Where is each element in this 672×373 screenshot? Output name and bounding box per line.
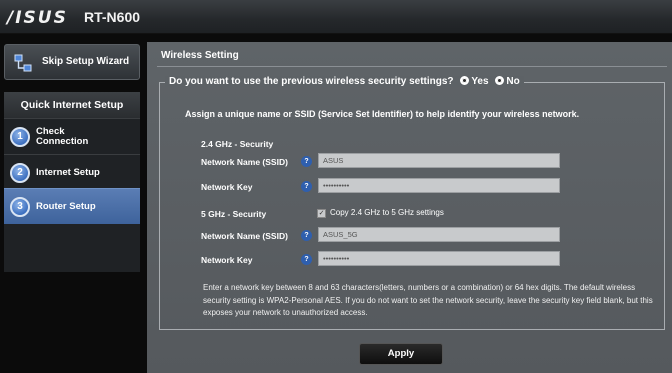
qis-title: Quick Internet Setup <box>4 92 140 118</box>
apply-button[interactable]: Apply <box>359 343 443 365</box>
ssid-5-input[interactable]: ASUS_5G <box>318 227 560 242</box>
yes-label[interactable]: Yes <box>471 76 488 87</box>
key-5-label: Network Key <box>201 255 253 265</box>
step-label: Router Setup <box>36 201 96 212</box>
help-icon[interactable]: ? <box>301 156 312 167</box>
copy-settings-label[interactable]: Copy 2.4 GHz to 5 GHz settings <box>330 208 444 217</box>
skip-setup-wizard-button[interactable]: Skip Setup Wizard <box>4 44 140 80</box>
network-icon <box>14 54 32 72</box>
quick-internet-setup-panel: Quick Internet Setup 1 Check Connection … <box>4 92 140 272</box>
yes-radio[interactable] <box>460 76 470 85</box>
previous-settings-question: Do you want to use the previous wireless… <box>165 76 524 87</box>
ssid-24-input[interactable]: ASUS <box>318 153 560 168</box>
sidebar: Skip Setup Wizard Quick Internet Setup 1… <box>0 34 146 373</box>
page-title: Wireless Setting <box>161 50 239 61</box>
step-label: Check Connection <box>36 126 89 147</box>
step-number-icon: 2 <box>10 163 30 183</box>
key-24-input[interactable]: •••••••••• <box>318 178 560 193</box>
no-label[interactable]: No <box>506 76 519 87</box>
copy-settings-checkbox[interactable]: ✓ <box>317 209 326 218</box>
ssid-24-label: Network Name (SSID) <box>201 157 288 167</box>
asus-logo: /ISUS <box>7 8 68 28</box>
key-24-label: Network Key <box>201 182 253 192</box>
ssid-instruction: Assign a unique name or SSID (Service Se… <box>185 109 580 119</box>
step-label: Internet Setup <box>36 167 100 178</box>
step-router-setup[interactable]: 3 Router Setup <box>4 188 140 224</box>
network-key-note: Enter a network key between 8 and 63 cha… <box>203 283 653 317</box>
help-icon[interactable]: ? <box>301 181 312 192</box>
main-panel: Wireless Setting Do you want to use the … <box>147 42 672 373</box>
top-header: /ISUS RT-N600 <box>0 0 672 34</box>
key-5-input[interactable]: •••••••••• <box>318 251 560 266</box>
help-icon[interactable]: ? <box>301 254 312 265</box>
title-divider <box>157 66 667 67</box>
skip-setup-wizard-label: Skip Setup Wizard <box>42 56 130 67</box>
section-24ghz-security: 2.4 GHz - Security <box>201 139 274 149</box>
question-text: Do you want to use the previous wireless… <box>169 76 454 87</box>
ssid-5-label: Network Name (SSID) <box>201 231 288 241</box>
step-number-icon: 1 <box>10 127 30 147</box>
step-internet-setup[interactable]: 2 Internet Setup <box>4 154 140 190</box>
step-check-connection[interactable]: 1 Check Connection <box>4 118 140 154</box>
help-icon[interactable]: ? <box>301 230 312 241</box>
router-model: RT-N600 <box>84 9 141 25</box>
section-5ghz-security: 5 GHz - Security <box>201 209 267 219</box>
no-radio[interactable] <box>495 76 505 85</box>
step-number-icon: 3 <box>10 197 30 217</box>
